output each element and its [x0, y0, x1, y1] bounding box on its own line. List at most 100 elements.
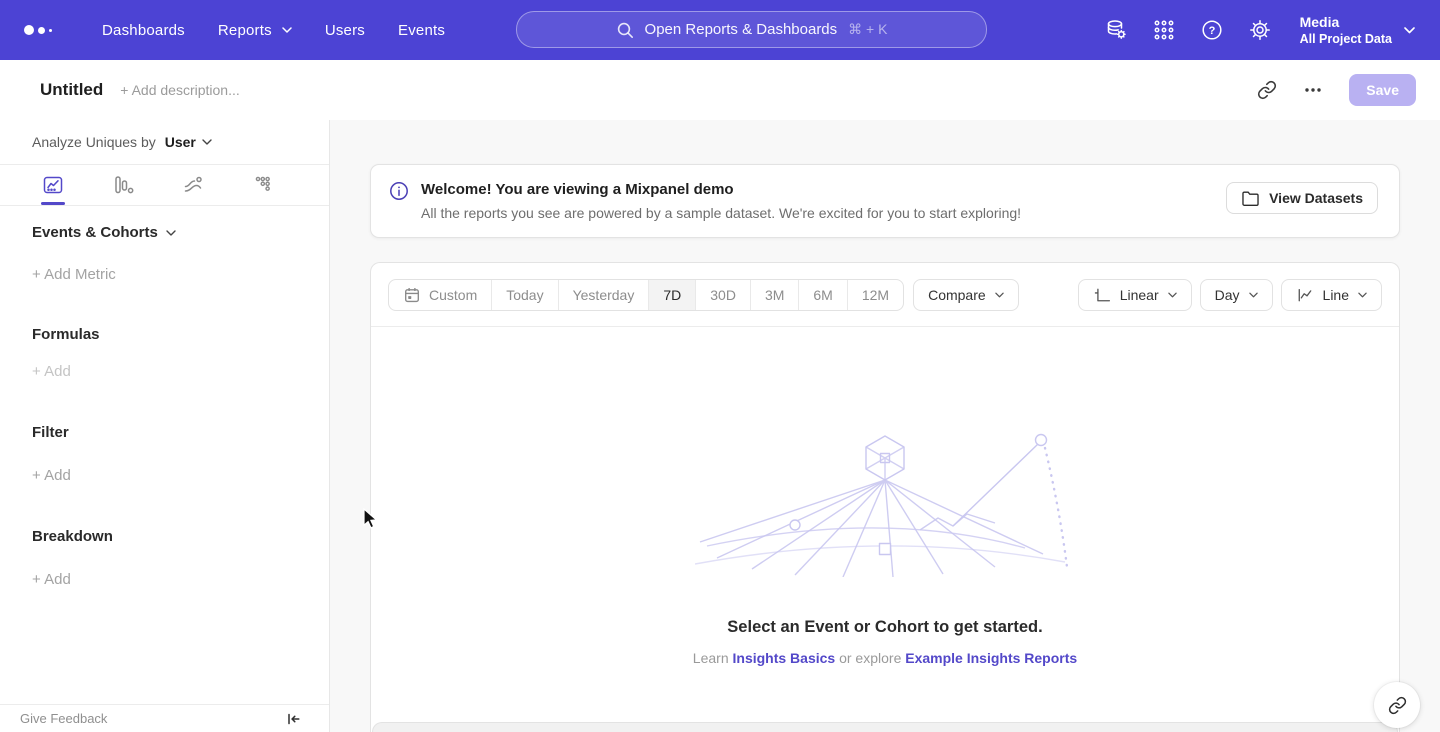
- date-range-control: Custom Today Yesterday 7D 30D 3M 6M 12M: [388, 279, 904, 311]
- empty-state-links: Learn Insights Basics or explore Example…: [693, 650, 1077, 666]
- chevron-down-icon: [282, 27, 292, 33]
- chevron-down-icon: [1249, 292, 1258, 298]
- date-range-label: 6M: [813, 287, 832, 303]
- share-link-fab[interactable]: [1374, 682, 1420, 728]
- tab-insights[interactable]: [30, 174, 76, 205]
- report-header: Untitled + Add description... Save: [0, 60, 1440, 120]
- nav-item-dashboards[interactable]: Dashboards: [102, 22, 185, 39]
- chart-type-dropdown[interactable]: Line: [1281, 279, 1382, 311]
- chart-type-label: Line: [1323, 287, 1349, 303]
- date-range-12m[interactable]: 12M: [847, 280, 903, 310]
- tab-funnels[interactable]: [100, 174, 146, 205]
- events-cohorts-section[interactable]: Events & Cohorts: [32, 224, 329, 241]
- search-shortcut: ⌘ + K: [848, 21, 887, 38]
- chart-controls-row: Custom Today Yesterday 7D 30D 3M 6M 12M …: [371, 263, 1399, 327]
- analyze-label: Analyze Uniques by: [32, 134, 156, 150]
- date-range-label: Custom: [429, 287, 477, 303]
- empty-state-title: Select an Event or Cohort to get started…: [727, 618, 1042, 637]
- copy-link-icon[interactable]: [1257, 80, 1277, 100]
- welcome-banner: Welcome! You are viewing a Mixpanel demo…: [370, 164, 1400, 238]
- report-header-actions: Save: [1257, 74, 1416, 106]
- save-button[interactable]: Save: [1349, 74, 1416, 106]
- collapse-sidebar-icon[interactable]: [285, 711, 301, 727]
- apps-grid-icon[interactable]: [1152, 18, 1176, 42]
- tab-flows[interactable]: [170, 174, 216, 205]
- banner-subtitle: All the reports you see are powered by a…: [421, 205, 1021, 221]
- mixpanel-logo-icon[interactable]: [24, 25, 70, 35]
- empty-state: Select an Event or Cohort to get started…: [371, 327, 1399, 666]
- more-options-icon[interactable]: [1303, 80, 1323, 100]
- report-type-tabs: [0, 165, 329, 206]
- svg-text:?: ?: [1208, 25, 1215, 37]
- add-breakdown-button[interactable]: + Add: [32, 571, 329, 588]
- interval-dropdown[interactable]: Day: [1200, 279, 1273, 311]
- filter-section-title: Filter: [32, 424, 329, 441]
- example-reports-link[interactable]: Example Insights Reports: [905, 650, 1077, 666]
- top-nav-right: ? Media All Project Data: [1104, 0, 1415, 60]
- date-range-yesterday[interactable]: Yesterday: [558, 280, 649, 310]
- welcome-banner-text: Welcome! You are viewing a Mixpanel demo…: [421, 181, 1021, 221]
- date-range-label: Yesterday: [573, 287, 635, 303]
- add-filter-button[interactable]: + Add: [32, 467, 329, 484]
- insights-report-card: Custom Today Yesterday 7D 30D 3M 6M 12M …: [370, 262, 1400, 732]
- date-range-30d[interactable]: 30D: [695, 280, 750, 310]
- main-content: Welcome! You are viewing a Mixpanel demo…: [330, 120, 1440, 732]
- date-range-label: 3M: [765, 287, 784, 303]
- nav-item-events[interactable]: Events: [398, 22, 445, 39]
- date-range-today[interactable]: Today: [491, 280, 557, 310]
- date-range-label: 12M: [862, 287, 889, 303]
- analyze-row: Analyze Uniques by User: [0, 120, 329, 165]
- scale-label: Linear: [1120, 287, 1159, 303]
- top-nav: Dashboards Reports Users Events Open Rep…: [0, 0, 1440, 60]
- info-icon: [389, 181, 409, 201]
- chevron-down-icon: [202, 139, 212, 145]
- folder-icon: [1241, 189, 1260, 208]
- nav-item-label: Reports: [218, 22, 272, 39]
- search-placeholder: Open Reports & Dashboards: [645, 21, 838, 38]
- funnels-bars-icon: [112, 174, 134, 196]
- date-range-label: 30D: [710, 287, 736, 303]
- help-icon[interactable]: ?: [1200, 18, 1224, 42]
- sidebar-footer: Give Feedback: [0, 704, 329, 732]
- add-formula-button[interactable]: + Add: [32, 363, 329, 380]
- global-search-input[interactable]: Open Reports & Dashboards ⌘ + K: [516, 11, 987, 48]
- compare-dropdown[interactable]: Compare: [913, 279, 1019, 311]
- nav-item-label: Events: [398, 22, 445, 39]
- insights-basics-link[interactable]: Insights Basics: [733, 650, 836, 666]
- date-range-7d[interactable]: 7D: [648, 280, 695, 310]
- date-range-label: 7D: [663, 287, 681, 303]
- search-icon: [616, 21, 634, 39]
- analyze-by-dropdown[interactable]: User: [165, 134, 212, 150]
- nav-item-label: Users: [325, 22, 365, 39]
- nav-item-users[interactable]: Users: [325, 22, 365, 39]
- nav-item-label: Dashboards: [102, 22, 185, 39]
- report-title[interactable]: Untitled: [40, 80, 103, 100]
- data-management-icon[interactable]: [1104, 18, 1128, 42]
- learn-text: Learn: [693, 650, 729, 666]
- breakdown-section-title: Breakdown: [32, 528, 329, 545]
- nav-item-reports[interactable]: Reports: [218, 22, 292, 39]
- linear-axis-icon: [1093, 286, 1111, 304]
- link-icon: [1388, 696, 1407, 715]
- add-metric-button[interactable]: + Add Metric: [32, 266, 329, 283]
- scale-dropdown[interactable]: Linear: [1078, 279, 1192, 311]
- project-scope: All Project Data: [1300, 31, 1392, 47]
- give-feedback-link[interactable]: Give Feedback: [20, 711, 107, 726]
- date-range-custom[interactable]: Custom: [389, 280, 491, 310]
- view-datasets-button[interactable]: View Datasets: [1226, 182, 1378, 214]
- retention-dots-icon: [252, 174, 274, 196]
- chart-display-controls: Linear Day Line: [1078, 279, 1382, 311]
- next-section-peek: [372, 722, 1398, 732]
- settings-gear-icon[interactable]: [1248, 18, 1272, 42]
- date-range-3m[interactable]: 3M: [750, 280, 798, 310]
- flows-icon: [182, 174, 204, 196]
- tab-retention[interactable]: [240, 174, 286, 205]
- project-selector[interactable]: Media All Project Data: [1300, 14, 1415, 47]
- date-range-label: Today: [506, 287, 543, 303]
- date-range-6m[interactable]: 6M: [798, 280, 846, 310]
- add-description-field[interactable]: + Add description...: [120, 82, 239, 98]
- formulas-section-title: Formulas: [32, 326, 329, 343]
- empty-state-illustration: [695, 427, 1075, 577]
- chevron-down-icon: [995, 292, 1004, 298]
- query-builder-sidebar: Analyze Uniques by User: [0, 120, 330, 732]
